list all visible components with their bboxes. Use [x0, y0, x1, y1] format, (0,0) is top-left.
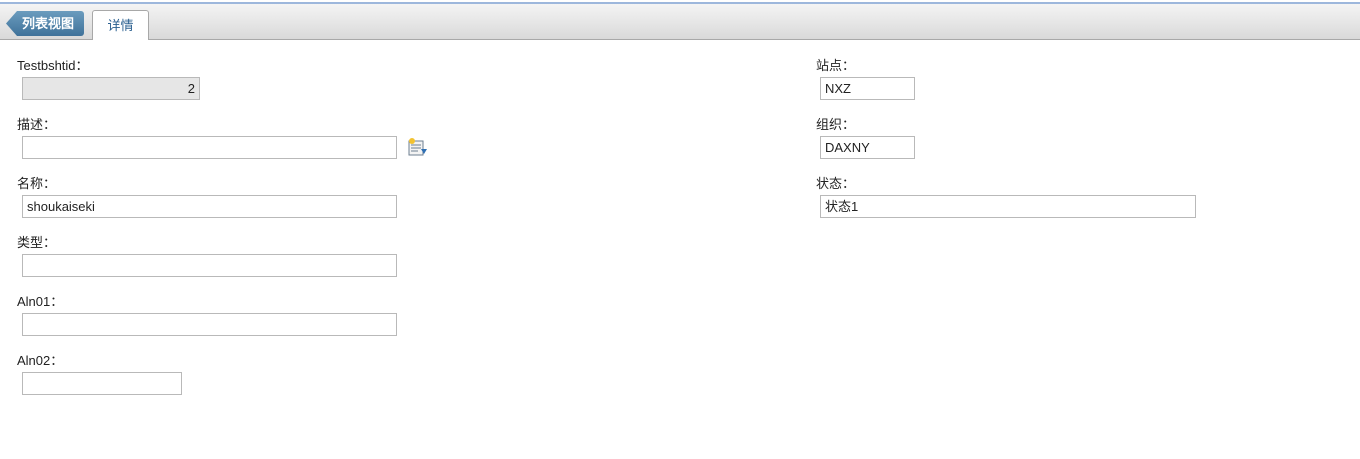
testbshtid-field: 2 [22, 77, 200, 100]
aln01-label: Aln01： [17, 294, 64, 309]
status-field[interactable]: 状态1 [820, 195, 1196, 218]
name-field[interactable]: shoukaiseki [22, 195, 397, 218]
testbshtid-label: Testbshtid： [17, 58, 89, 73]
tab-bar: 列表视图 详情 [0, 4, 1360, 40]
aln02-label: Aln02： [17, 353, 64, 368]
status-label: 状态： [816, 176, 856, 191]
aln01-field[interactable] [22, 313, 397, 336]
long-description-icon[interactable] [407, 138, 428, 157]
list-view-button[interactable]: 列表视图 [6, 11, 84, 36]
site-label: 站点： [816, 58, 856, 73]
description-label: 描述： [17, 117, 57, 132]
type-label: 类型： [17, 235, 57, 250]
aln02-field[interactable] [22, 372, 182, 395]
type-field[interactable] [22, 254, 397, 277]
org-label: 组织： [816, 117, 856, 132]
org-field[interactable]: DAXNY [820, 136, 915, 159]
tab-details[interactable]: 详情 [92, 10, 149, 40]
name-label: 名称： [17, 176, 57, 191]
site-field[interactable]: NXZ [820, 77, 915, 100]
description-field[interactable] [22, 136, 397, 159]
